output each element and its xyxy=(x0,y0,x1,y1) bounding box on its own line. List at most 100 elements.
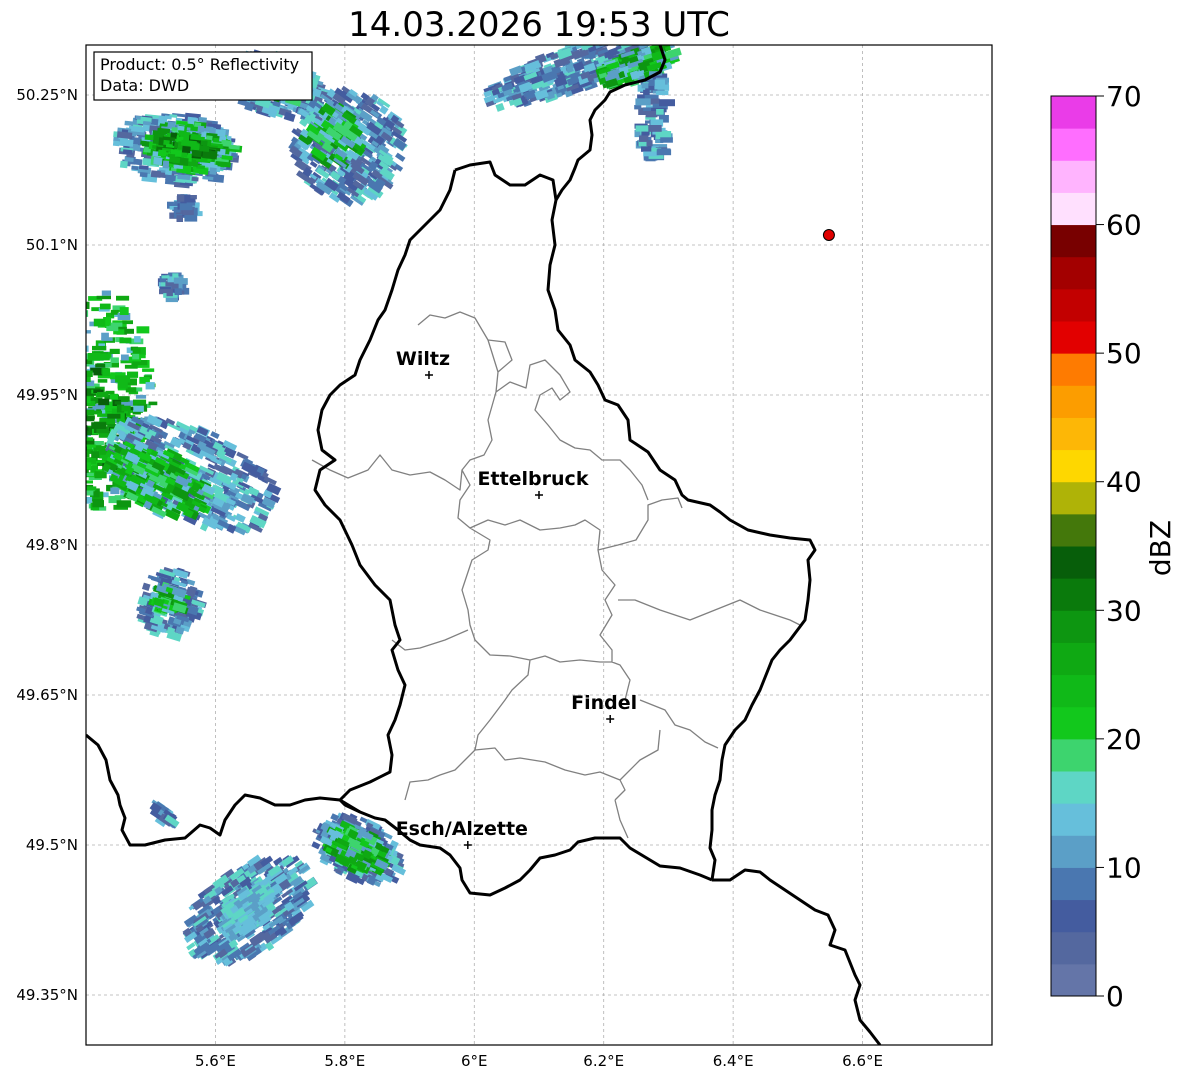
echo-cell xyxy=(110,309,119,315)
map-area[interactable]: Wiltz Ettelbruck Findel Esch/Alzette Produc… xyxy=(52,32,993,1046)
echo-cell xyxy=(76,379,84,383)
colorbar-cell xyxy=(1051,513,1096,547)
echo-cell xyxy=(92,345,107,351)
echo-cell xyxy=(86,426,89,431)
echo-cell xyxy=(198,116,207,123)
colorbar-tick-label: 10 xyxy=(1106,851,1142,884)
echo-cell xyxy=(55,374,64,377)
echo-cell xyxy=(87,353,100,361)
city-label: Ettelbruck xyxy=(478,468,589,490)
echo-cell xyxy=(65,407,73,414)
echo-cell xyxy=(94,471,107,479)
echo-cell xyxy=(167,153,176,158)
echo-cell xyxy=(119,160,128,169)
colorbar-cell xyxy=(1051,288,1096,322)
echo-cell xyxy=(64,410,71,416)
echo-cell xyxy=(654,79,665,87)
echo-cell xyxy=(62,343,72,350)
echo-cell xyxy=(69,421,78,426)
echo-cell xyxy=(66,478,76,482)
echo-cell xyxy=(124,364,138,369)
echo-cell xyxy=(67,420,78,424)
echo-cell xyxy=(634,105,642,110)
info-data-source: Data: DWD xyxy=(100,76,189,95)
latitude-ticks: 50.25°N 50.1°N 49.95°N 49.8°N 49.65°N 49.5°N 4… xyxy=(16,86,78,1004)
echo-cell xyxy=(221,139,232,147)
echo-cell xyxy=(56,414,70,418)
echo-cell xyxy=(86,425,88,429)
echo-cell xyxy=(142,121,152,126)
lat-tick-label: 49.8°N xyxy=(26,536,78,554)
colorbar-label: dBZ xyxy=(1144,520,1177,576)
echo-cell xyxy=(65,441,76,447)
echo-cell xyxy=(59,443,75,446)
colorbar-cell xyxy=(1051,353,1096,386)
lat-tick-label: 50.25°N xyxy=(16,86,78,104)
echo-cell xyxy=(659,99,675,107)
echo-cell xyxy=(189,142,200,151)
echo-cell xyxy=(176,215,183,222)
radar-map-figure: 14.03.2026 19:53 UTC Wiltz Ettelbruck Find… xyxy=(0,0,1184,1081)
echo-cell xyxy=(121,405,131,412)
echo-cell xyxy=(133,405,144,412)
lat-tick-label: 50.1°N xyxy=(26,236,78,254)
echo-cell xyxy=(165,174,176,182)
city-label: Esch/Alzette xyxy=(396,818,528,840)
echo-cell xyxy=(635,98,651,106)
echo-cell xyxy=(122,149,133,155)
echo-cell xyxy=(57,374,68,377)
echo-cell xyxy=(97,392,109,397)
echo-cell xyxy=(52,404,63,411)
echo-cell xyxy=(56,428,63,431)
colorbar-cell xyxy=(1051,192,1096,226)
echo-cell xyxy=(190,133,201,141)
info-box: Product: 0.5° Reflectivity Data: DWD xyxy=(93,51,313,101)
echo-cell xyxy=(55,366,64,372)
radar-site-marker[interactable] xyxy=(822,229,835,241)
echo-cell xyxy=(109,393,118,400)
echo-cell xyxy=(150,170,162,178)
echo-cell xyxy=(116,295,130,301)
echo-cell xyxy=(645,111,658,118)
colorbar-cell xyxy=(1051,674,1096,708)
echo-cell xyxy=(162,160,170,169)
echo-cell xyxy=(86,472,94,477)
echo-cell xyxy=(144,134,154,141)
colorbar-tick-label: 40 xyxy=(1106,466,1142,499)
echo-cell xyxy=(177,194,185,202)
echo-cell xyxy=(86,370,93,377)
echo-cell xyxy=(177,125,185,131)
echo-cell xyxy=(190,126,198,132)
echo-cell xyxy=(91,422,107,429)
echo-cell xyxy=(110,357,119,363)
echo-cell xyxy=(86,462,92,470)
echo-cell xyxy=(184,215,198,222)
echo-cell xyxy=(86,410,87,416)
colorbar-cell xyxy=(1051,546,1096,579)
echo-cell xyxy=(78,313,85,320)
echo-cell xyxy=(110,487,120,495)
echo-cell xyxy=(86,416,95,422)
lat-tick-label: 49.35°N xyxy=(16,986,78,1004)
colorbar-tick-label: 0 xyxy=(1106,980,1124,1013)
echo-cell xyxy=(58,366,71,373)
colorbar-cell xyxy=(1051,160,1096,193)
echo-cell xyxy=(62,436,69,442)
echo-cell xyxy=(86,396,91,404)
echo-cell xyxy=(191,176,199,182)
echo-cell xyxy=(96,295,111,300)
colorbar-cell xyxy=(1051,417,1096,451)
echo-cell xyxy=(70,316,85,321)
lon-tick-label: 6.6°E xyxy=(842,1052,883,1070)
echo-cell xyxy=(134,336,141,343)
echo-cell xyxy=(86,437,94,441)
echo-cell xyxy=(126,328,134,334)
echo-cell xyxy=(70,333,85,340)
echo-cell xyxy=(70,450,84,457)
echo-cell xyxy=(69,441,80,446)
echo-cell xyxy=(635,125,649,132)
echo-cell xyxy=(132,347,141,354)
colorbar-tick-label: 70 xyxy=(1106,80,1142,113)
echo-cell xyxy=(66,342,80,345)
colorbar-cell xyxy=(1051,771,1096,804)
